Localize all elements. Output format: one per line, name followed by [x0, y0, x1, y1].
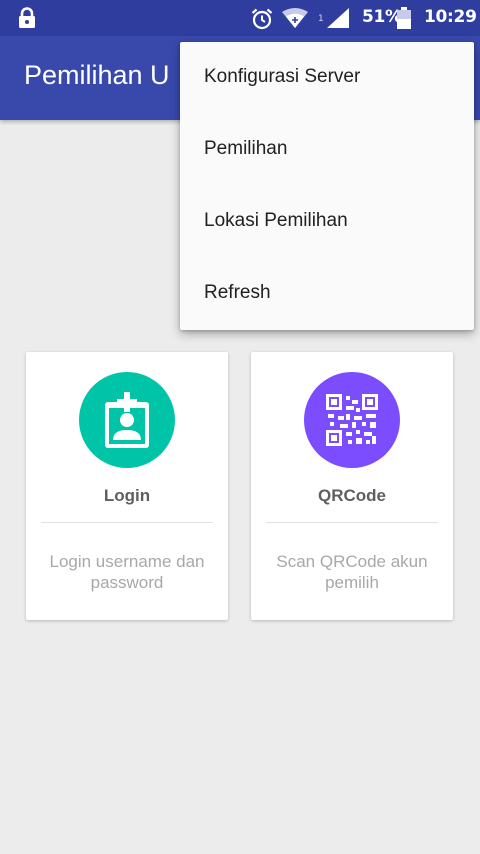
overflow-menu: Konfigurasi Server Pemilihan Lokasi Pemi…	[180, 42, 474, 330]
menu-item-label: Pemilihan	[204, 138, 288, 159]
status-bar: 1 51% 10:29	[0, 0, 480, 36]
login-icon-circle	[79, 372, 175, 468]
divider	[41, 522, 213, 523]
id-badge-icon	[105, 392, 149, 448]
menu-item-label: Konfigurasi Server	[204, 66, 361, 87]
network-type: 1	[318, 14, 324, 24]
menu-item-lokasi-pemilihan[interactable]: Lokasi Pemilihan	[180, 186, 474, 258]
qrcode-icon	[326, 394, 378, 446]
menu-item-pemilihan[interactable]: Pemilihan	[180, 114, 474, 186]
menu-item-label: Lokasi Pemilihan	[204, 210, 348, 231]
qrcode-card[interactable]: QRCode Scan QRCode akun pemilih	[251, 352, 453, 620]
qrcode-card-title: QRCode	[318, 486, 386, 505]
page-title: Pemilihan U	[24, 60, 170, 90]
lock-icon	[19, 7, 35, 28]
divider	[266, 522, 438, 523]
signal-icon	[327, 8, 349, 28]
wifi-icon	[282, 8, 308, 28]
clock: 10:29	[424, 7, 477, 27]
qrcode-icon-circle	[304, 372, 400, 468]
menu-item-konfigurasi-server[interactable]: Konfigurasi Server	[180, 42, 474, 114]
login-card-description: Login username dan password	[49, 552, 205, 592]
login-card[interactable]: Login Login username dan password	[26, 352, 228, 620]
battery-icon	[397, 7, 411, 29]
menu-item-refresh[interactable]: Refresh	[180, 258, 474, 330]
qrcode-card-description: Scan QRCode akun pemilih	[276, 552, 428, 592]
login-card-title: Login	[103, 486, 151, 505]
alarm-icon	[251, 8, 273, 30]
menu-item-label: Refresh	[204, 282, 271, 303]
